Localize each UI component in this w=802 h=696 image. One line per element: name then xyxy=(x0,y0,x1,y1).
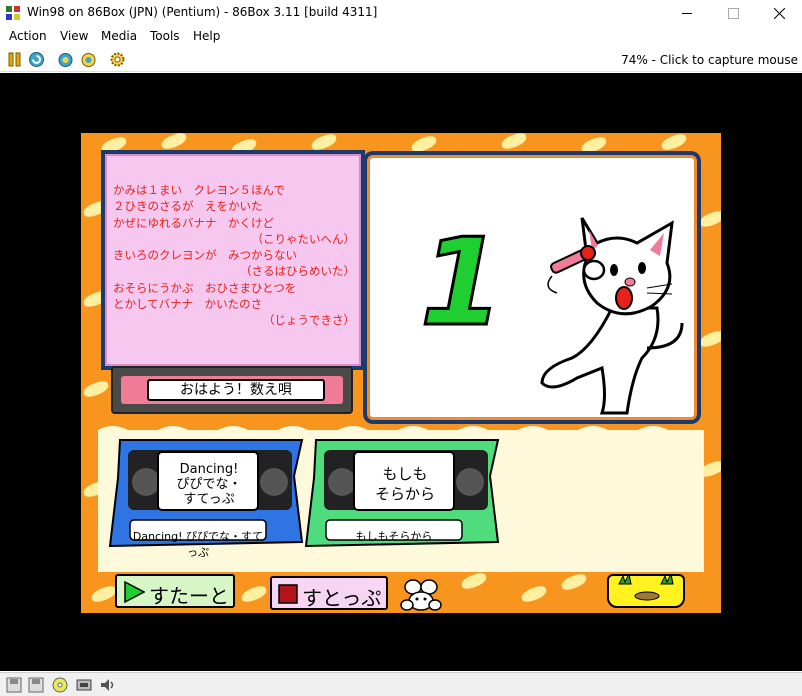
picture-panel: 1 xyxy=(367,155,697,420)
app-icon xyxy=(6,6,20,20)
game-window[interactable]: Dancing! ぴぴでな・ すてっぷ Dancing! ぴぴでな・すてっぷ も… xyxy=(81,133,721,613)
lyric-line: （じょうできさ） xyxy=(263,313,355,328)
background-pattern-blob xyxy=(89,583,119,605)
emulator-window: Win98 on 86Box (JPN) (Pentium) - 86Box 3… xyxy=(0,0,802,696)
lyric-line: おそらにうかぶ おひさまひとつを xyxy=(113,280,297,295)
toolbar: 74% - Click to capture mouse xyxy=(0,47,802,72)
tape-label: Dancing! ぴぴでな・すてっぷ xyxy=(132,530,264,559)
background-pattern-blob xyxy=(659,133,689,153)
grass-icon xyxy=(618,574,674,601)
singing-cat-illustration xyxy=(540,217,684,415)
background-pattern-blob xyxy=(697,208,721,230)
background-pattern-blob xyxy=(81,378,111,400)
tape-title: Dancing! ぴぴでな・ すてっぷ xyxy=(176,462,242,507)
background-pattern-blob xyxy=(697,328,721,350)
reset-icon[interactable] xyxy=(28,51,45,68)
status-bar xyxy=(0,672,802,696)
capture-mouse-hint[interactable]: 74% - Click to capture mouse xyxy=(621,53,798,67)
network-icon[interactable] xyxy=(76,677,92,693)
song-title-strip: おはよう！数え唄 xyxy=(111,366,353,414)
lyric-line: ２ひきのさるが えをかいた xyxy=(113,199,263,214)
background-pattern-blob xyxy=(499,133,529,152)
background-pattern-blob xyxy=(519,583,549,605)
ctrl-alt-del-icon[interactable] xyxy=(57,51,74,68)
settings-icon[interactable] xyxy=(109,51,126,68)
start-button[interactable]: すたーと xyxy=(115,574,235,608)
window-title: Win98 on 86Box (JPN) (Pentium) - 86Box 3… xyxy=(27,5,378,19)
play-icon xyxy=(124,581,145,603)
vhs-tape-moshimo[interactable]: もしも そらから もしもそらから xyxy=(302,438,500,553)
emulator-screen[interactable]: Dancing! ぴぴでな・ すてっぷ Dancing! ぴぴでな・すてっぷ も… xyxy=(0,73,802,671)
tape-shelf: Dancing! ぴぴでな・ すてっぷ Dancing! ぴぴでな・すてっぷ も… xyxy=(98,426,704,572)
vhs-tape-dancing[interactable]: Dancing! ぴぴでな・ すてっぷ Dancing! ぴぴでな・すてっぷ xyxy=(106,438,304,559)
tape-title: もしも そらから xyxy=(374,465,435,503)
background-pattern-blob xyxy=(459,570,489,592)
bee-mascot-icon[interactable] xyxy=(399,577,443,613)
song-title-label: おはよう！数え唄 xyxy=(121,376,343,404)
stop-icon xyxy=(278,584,298,604)
background-pattern-blob xyxy=(409,133,439,155)
menu-tools[interactable]: Tools xyxy=(150,29,180,43)
exit-box-button[interactable] xyxy=(607,574,685,608)
menu-view[interactable]: View xyxy=(60,29,88,43)
background-pattern-blob xyxy=(159,133,189,152)
sound-icon[interactable] xyxy=(100,677,116,693)
stop-button-label: すとっぷ xyxy=(302,586,382,610)
menu-action[interactable]: Action xyxy=(9,29,47,43)
lyric-line: とかしてバナナ かいたのさ xyxy=(113,297,263,312)
menu-media[interactable]: Media xyxy=(101,29,137,43)
maximize-icon xyxy=(727,7,739,19)
background-pattern-blob xyxy=(559,571,589,593)
floppy-b-icon[interactable] xyxy=(28,677,44,693)
close-button[interactable] xyxy=(756,0,802,26)
song-title: おはよう！数え唄 xyxy=(147,379,325,401)
menu-help[interactable]: Help xyxy=(193,29,220,43)
background-pattern-blob xyxy=(309,133,339,153)
floppy-a-icon[interactable] xyxy=(6,677,22,693)
title-bar: Win98 on 86Box (JPN) (Pentium) - 86Box 3… xyxy=(0,0,802,26)
close-icon xyxy=(773,7,785,19)
menu-bar: Action View Media Tools Help xyxy=(0,26,802,46)
ctrl-alt-esc-icon[interactable] xyxy=(80,51,97,68)
lyric-line: かぜにゆれるバナナ かくけど xyxy=(113,215,274,230)
start-button-label: すたーと xyxy=(149,584,229,608)
minimize-button[interactable] xyxy=(664,0,710,26)
stop-button[interactable]: すとっぷ xyxy=(270,576,388,610)
lyrics-text: かみは１まい クレヨン５ほんで ２ひきのさるが えをかいた かぜにゆれるバナナ … xyxy=(113,182,359,329)
lyrics-panel: かみは１まい クレヨン５ほんで ２ひきのさるが えをかいた かぜにゆれるバナナ … xyxy=(105,154,361,366)
background-pattern-blob xyxy=(239,583,269,605)
minimize-icon xyxy=(681,12,692,14)
cdrom-icon[interactable] xyxy=(52,677,68,693)
lyric-line: （さるはひらめいた） xyxy=(240,264,355,279)
count-number: 1 xyxy=(419,213,505,355)
background-pattern-blob xyxy=(579,134,609,156)
lyric-line: かみは１まい クレヨン５ほんで xyxy=(113,183,285,197)
maximize-button[interactable] xyxy=(710,0,756,26)
shelf-wave-edge xyxy=(98,426,704,434)
pause-icon[interactable] xyxy=(6,51,23,68)
lyric-line: （こりゃたいへん） xyxy=(251,231,356,246)
tape-label: もしもそらから xyxy=(355,530,433,543)
lyric-line: きいろのクレヨンが みつからない xyxy=(113,248,297,263)
background-pattern-blob xyxy=(99,134,129,156)
